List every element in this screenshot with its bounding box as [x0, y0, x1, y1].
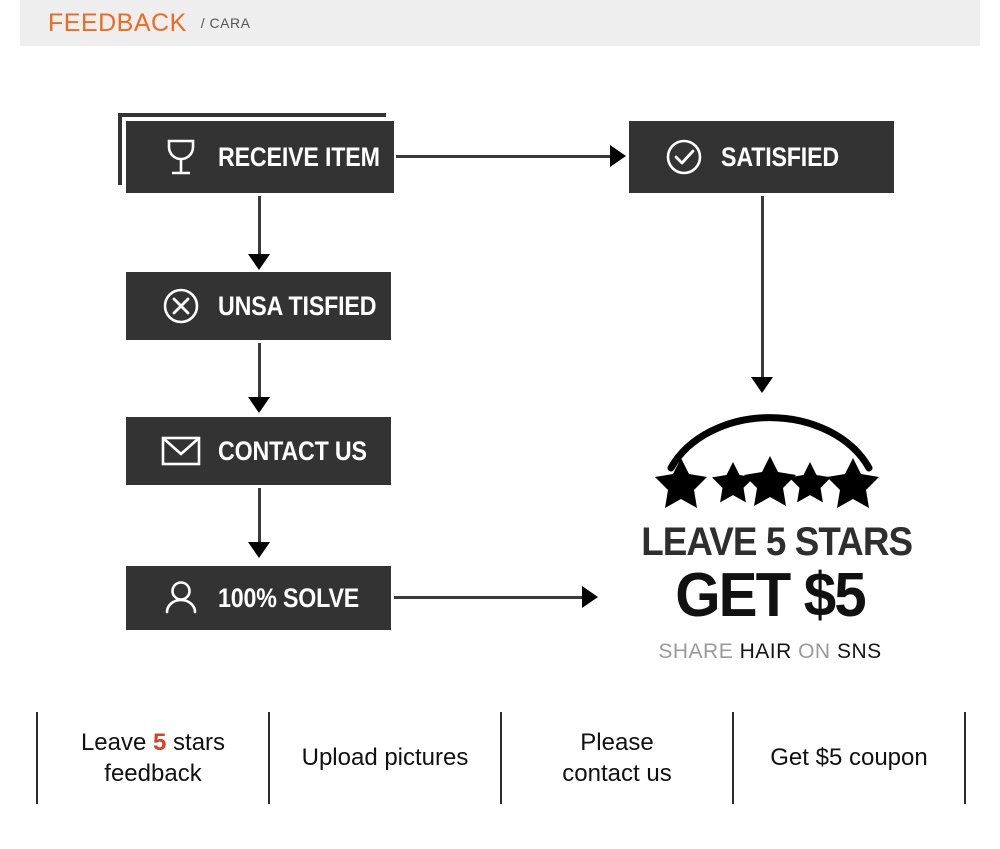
promo-share-word-sns: SNS	[836, 639, 882, 663]
flow-box-solve-label: 100% SOLVE	[218, 582, 360, 613]
promo-share-word-hair: HAIR	[739, 639, 792, 663]
arrow-unsatisfied-to-contact-head	[248, 397, 270, 413]
arrow-receive-to-unsatisfied-line	[258, 196, 261, 258]
promo-block: LEAVE 5 STARS GET $5 SHARE HAIR ON SNS	[630, 400, 913, 664]
flow-box-solve[interactable]: 100% SOLVE	[126, 566, 391, 630]
envelope-icon	[158, 428, 204, 474]
check-circle-icon	[661, 134, 707, 180]
flow-box-contact-us-label: CONTACT US	[218, 435, 367, 466]
footer-cell-leave-5-stars-feedback: Leave 5 stars feedback	[36, 712, 268, 804]
x-circle-icon	[158, 283, 204, 329]
footer-text-line2: contact us	[562, 760, 672, 787]
footer-cell-get-5-coupon: Get $5 coupon	[732, 712, 966, 804]
footer-cell-please-contact-us: Please contact us	[500, 712, 732, 804]
flow-box-unsatisfied-label: UNSA TISFIED	[218, 290, 377, 321]
five-stars-arc-icon	[655, 414, 879, 508]
footer-text-prefix: Get $5 coupon	[770, 744, 928, 772]
promo-share-line: SHARE HAIR ON SNS	[630, 640, 910, 664]
arrow-unsatisfied-to-contact-line	[258, 343, 261, 401]
wine-glass-icon	[158, 134, 204, 180]
arrow-contact-to-solve-line	[258, 488, 261, 546]
arrow-solve-to-promo-line	[394, 596, 582, 599]
footer-cell-upload-pictures: Upload pictures	[268, 712, 500, 804]
flow-box-receive-item-label: RECEIVE ITEM	[218, 141, 380, 172]
promo-subheadline: GET $5	[675, 561, 866, 630]
footer-text-prefix: Leave	[80, 728, 153, 756]
flow-box-contact-us[interactable]: CONTACT US	[126, 417, 391, 485]
page-header: FEEDBACK / CARA	[20, 0, 980, 46]
arrow-satisfied-to-promo-head	[751, 377, 773, 393]
flow-box-unsatisfied[interactable]: UNSA TISFIED	[126, 272, 391, 340]
page-title: FEEDBACK	[48, 8, 187, 37]
footer-accent-number: 5	[153, 728, 167, 756]
footer-steps-row: Leave 5 stars feedback Upload pictures P…	[36, 712, 966, 804]
footer-text-suffix: stars	[166, 728, 226, 756]
person-icon	[158, 575, 204, 621]
promo-share-word-share: SHARE	[658, 639, 734, 663]
flow-box-satisfied-label: SATISFIED	[721, 141, 840, 172]
arrow-receive-to-unsatisfied-head	[248, 254, 270, 270]
arrow-receive-to-satisfied-head	[610, 145, 626, 167]
flow-box-receive-item[interactable]: RECEIVE ITEM	[126, 121, 394, 193]
page-subtitle: / CARA	[200, 15, 251, 31]
arrow-receive-to-satisfied-line	[396, 155, 610, 158]
footer-text-prefix: Please	[580, 728, 654, 756]
flow-box-satisfied[interactable]: SATISFIED	[629, 121, 894, 193]
arrow-solve-to-promo-head	[582, 586, 598, 608]
footer-text-line2: feedback	[104, 760, 202, 787]
promo-headline: LEAVE 5 STARS	[641, 520, 913, 564]
arrow-contact-to-solve-head	[248, 542, 270, 558]
arrow-satisfied-to-promo-line	[761, 196, 764, 381]
footer-text-prefix: Upload pictures	[301, 744, 469, 772]
promo-share-word-on: ON	[798, 639, 831, 663]
